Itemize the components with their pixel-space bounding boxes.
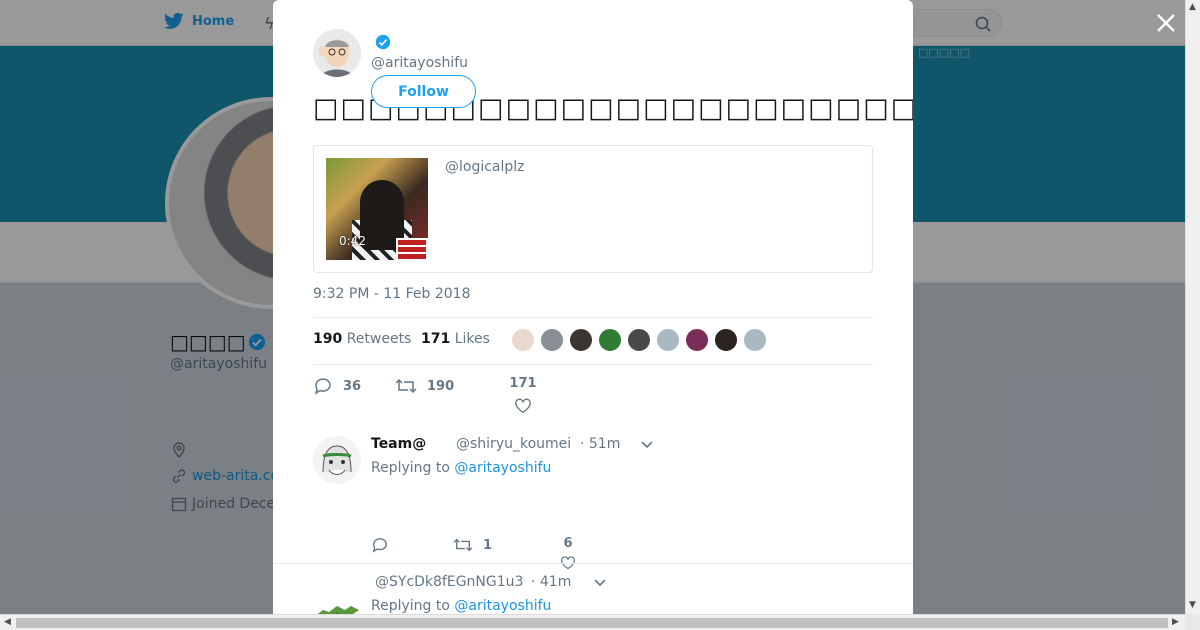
video-duration: 0:42 xyxy=(339,234,366,248)
tweet-actions: 36 190 171 xyxy=(313,376,873,422)
likes-stat[interactable]: 171 Likes xyxy=(421,331,490,347)
reply-author-handle[interactable]: @SYcDk8fEGnNG1u3 xyxy=(375,574,523,590)
reply-time[interactable]: · 51m xyxy=(580,436,620,452)
vertical-scrollbar[interactable]: ▲ ▼ xyxy=(1185,0,1200,614)
reply-button[interactable]: 36 xyxy=(313,376,361,396)
retweet-button[interactable]: 190 xyxy=(395,376,454,396)
horizontal-scroll-thumb[interactable] xyxy=(16,618,1168,628)
liker-avatars xyxy=(511,328,767,352)
tweet-stats: 190 Retweets 171 Likes xyxy=(313,317,873,365)
liker-avatar[interactable] xyxy=(627,328,651,352)
like-button[interactable]: 171 xyxy=(503,376,543,415)
reply-icon xyxy=(314,378,331,395)
replying-to: Replying to @aritayoshifu xyxy=(371,460,551,476)
retweet-icon xyxy=(395,378,417,394)
reply-tweet[interactable]: Team@ @shiryu_koumei · 51m Replying to @… xyxy=(273,436,913,570)
liker-avatar[interactable] xyxy=(714,328,738,352)
reply-button[interactable] xyxy=(371,536,399,554)
scroll-corner xyxy=(1185,614,1200,630)
replying-to: Replying to @aritayoshifu xyxy=(371,598,551,614)
retweet-count: 190 xyxy=(427,378,455,394)
reply-avatar[interactable] xyxy=(313,436,361,484)
close-icon[interactable] xyxy=(1153,10,1179,36)
liker-avatar[interactable] xyxy=(656,328,680,352)
reply-author-handle[interactable]: @shiryu_koumei xyxy=(456,436,571,452)
replying-to-link[interactable]: @aritayoshifu xyxy=(454,460,551,476)
retweets-count: 190 xyxy=(313,331,343,347)
tweet-modal: @aritayoshifu □□□□□□□□□□□□□□□□□□□□□□□□□□… xyxy=(273,0,913,614)
reply-count: 36 xyxy=(343,378,362,394)
verified-icon xyxy=(375,34,391,54)
reply-actions: 1 6 xyxy=(371,536,771,570)
retweets-stat[interactable]: 190 Retweets xyxy=(313,331,411,347)
like-count: 171 xyxy=(509,376,537,391)
liker-avatar[interactable] xyxy=(540,328,564,352)
retweet-button[interactable]: 1 xyxy=(453,536,492,554)
replying-to-label: Replying to xyxy=(371,460,450,476)
like-button[interactable]: 6 xyxy=(561,536,575,571)
replying-to-link[interactable]: @aritayoshifu xyxy=(454,598,551,614)
quoted-tweet-card[interactable]: 0:42 @logicalplz xyxy=(313,145,873,273)
like-count: 6 xyxy=(563,536,573,551)
reply-tweet[interactable]: @SYcDk8fEGnNG1u3 · 41m Replying to @arit… xyxy=(273,574,913,614)
retweet-icon xyxy=(453,538,473,552)
quoted-tweet-handle[interactable]: @logicalplz xyxy=(445,159,525,175)
likes-count: 171 xyxy=(421,331,451,347)
reply-divider xyxy=(273,563,913,564)
reply-author-name[interactable]: Team@ xyxy=(371,436,426,452)
heart-icon xyxy=(515,398,531,414)
tweet-timestamp[interactable]: 9:32 PM - 11 Feb 2018 xyxy=(313,286,471,302)
scroll-down-arrow-icon[interactable]: ▼ xyxy=(1189,600,1196,610)
scroll-right-arrow-icon[interactable]: ▶ xyxy=(1172,617,1179,627)
scroll-up-arrow-icon[interactable]: ▲ xyxy=(1189,2,1196,12)
liker-avatar[interactable] xyxy=(598,328,622,352)
horizontal-scrollbar[interactable]: ◀ ▶ xyxy=(0,614,1185,630)
replying-to-label: Replying to xyxy=(371,598,450,614)
liker-avatar[interactable] xyxy=(511,328,535,352)
reply-icon xyxy=(372,538,387,553)
likes-label: Likes xyxy=(454,331,490,347)
liker-avatar[interactable] xyxy=(569,328,593,352)
tweet-author-avatar[interactable] xyxy=(313,29,361,77)
chevron-down-icon[interactable] xyxy=(640,436,654,455)
chevron-down-icon[interactable] xyxy=(593,574,607,593)
tweet-author-handle[interactable]: @aritayoshifu xyxy=(371,55,468,71)
video-thumbnail[interactable]: 0:42 xyxy=(326,158,428,260)
scroll-left-arrow-icon[interactable]: ◀ xyxy=(4,617,11,627)
liker-avatar[interactable] xyxy=(743,328,767,352)
retweets-label: Retweets xyxy=(346,331,412,347)
reply-avatar[interactable] xyxy=(313,580,361,614)
reply-time[interactable]: · 41m xyxy=(531,574,571,590)
retweet-count: 1 xyxy=(483,537,493,553)
liker-avatar[interactable] xyxy=(685,328,709,352)
follow-button[interactable]: Follow xyxy=(371,75,476,108)
